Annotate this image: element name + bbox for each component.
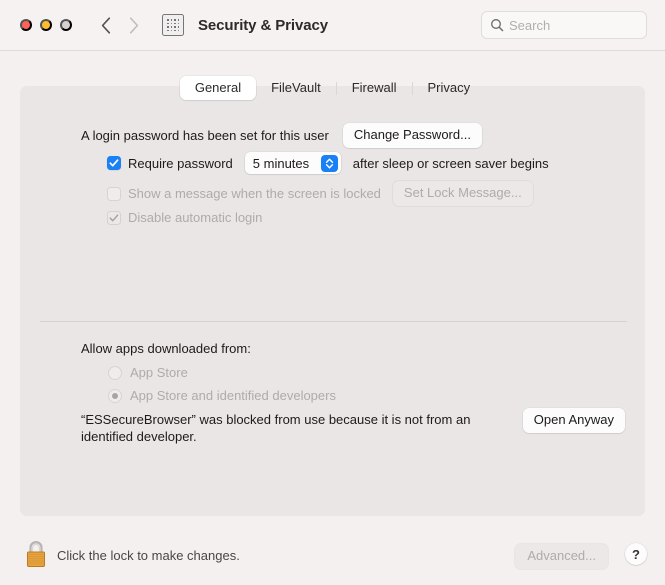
gatekeeper-option-app-store[interactable]: App Store [108,365,188,380]
stepper-icon [320,154,338,172]
login-password-row: A login password has been set for this u… [81,123,482,148]
change-password-button[interactable]: Change Password... [342,123,482,148]
lock-status-text: Click the lock to make changes. [57,548,240,563]
chevron-left-icon [101,16,111,34]
window-title: Security & Privacy [198,16,328,34]
gatekeeper-heading: Allow apps downloaded from: [81,341,251,356]
maximize-window-button[interactable] [60,19,72,31]
search-icon [491,19,504,32]
search-input[interactable] [509,17,638,33]
traffic-lights [20,19,72,31]
require-password-suffix-label: after sleep or screen saver begins [352,155,549,171]
show-lock-message-row: Show a message when the screen is locked… [107,181,533,206]
chevron-right-icon [129,16,139,34]
checkmark-icon [109,213,119,221]
require-password-label: Require password [128,155,233,171]
identified-developers-radio[interactable] [108,388,122,403]
app-store-label: App Store [130,365,188,380]
disable-auto-login-row: Disable automatic login [107,210,262,225]
lock-closed-icon [27,541,45,567]
show-lock-message-checkbox[interactable] [107,186,121,201]
login-password-label: A login password has been set for this u… [81,128,329,143]
minimize-window-button[interactable] [40,19,52,31]
advanced-button[interactable]: Advanced... [515,544,608,569]
show-lock-message-label: Show a message when the screen is locked [128,186,381,201]
help-button[interactable]: ? [625,543,647,565]
tab-filevault[interactable]: FileVault [256,76,336,100]
close-window-button[interactable] [20,19,32,31]
section-divider [40,321,627,322]
disable-auto-login-label: Disable automatic login [128,210,263,225]
blocked-app-message: “ESSecureBrowser” was blocked from use b… [81,412,471,444]
search-field[interactable] [481,11,647,39]
navigation-arrows [94,12,146,38]
back-button[interactable] [94,12,118,38]
preference-tabs: General FileVault Firewall Privacy [0,76,665,100]
set-lock-message-button[interactable]: Set Lock Message... [392,181,533,206]
chevron-up-down-icon [325,158,333,169]
gatekeeper-heading-row: Allow apps downloaded from: [81,341,251,356]
show-all-grid-icon[interactable] [162,14,184,36]
checkmark-icon [109,159,119,167]
gatekeeper-option-identified-developers[interactable]: App Store and identified developers [108,388,336,403]
tab-firewall[interactable]: Firewall [337,76,412,100]
tab-privacy[interactable]: Privacy [413,76,486,100]
open-anyway-button[interactable]: Open Anyway [522,408,625,433]
security-privacy-window: Security & Privacy General FileVault Fir… [0,0,665,585]
lock-button[interactable] [22,538,50,572]
require-password-delay-value: 5 minutes [252,155,310,171]
tab-general[interactable]: General [179,76,257,100]
identified-developers-label: App Store and identified developers [130,388,336,403]
app-store-radio[interactable] [108,365,122,380]
disable-auto-login-checkbox[interactable] [107,210,121,225]
require-password-delay-select[interactable]: 5 minutes [244,152,341,174]
require-password-checkbox[interactable] [107,156,121,170]
forward-button[interactable] [122,12,146,38]
window-titlebar: Security & Privacy [0,0,665,51]
general-tab-panel: A login password has been set for this u… [20,86,645,516]
require-password-row: Require password 5 minutes after sleep o… [107,152,549,174]
